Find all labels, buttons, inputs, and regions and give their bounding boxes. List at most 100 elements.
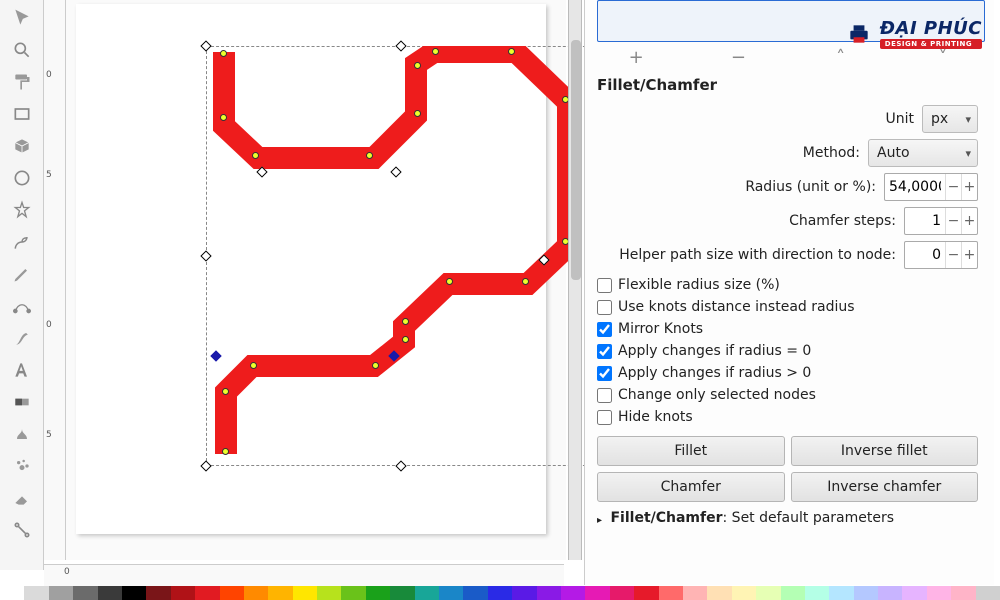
selector-tool-icon[interactable] — [7, 4, 37, 32]
knot[interactable] — [372, 362, 379, 369]
swatch[interactable] — [293, 586, 317, 600]
swatch[interactable] — [244, 586, 268, 600]
swatch[interactable] — [927, 586, 951, 600]
radius-input[interactable]: − + — [884, 173, 978, 201]
fillet-button[interactable]: Fillet — [597, 436, 785, 466]
knot[interactable] — [414, 62, 421, 69]
radius-field[interactable] — [885, 179, 945, 195]
text-tool-icon[interactable] — [7, 356, 37, 384]
swatch[interactable] — [683, 586, 707, 600]
vertical-scrollbar[interactable] — [568, 0, 582, 560]
swatch[interactable] — [220, 586, 244, 600]
swatch[interactable] — [49, 586, 73, 600]
knot[interactable] — [414, 110, 421, 117]
swatch[interactable] — [659, 586, 683, 600]
remove-effect-button[interactable]: − — [687, 47, 789, 68]
knot[interactable] — [446, 278, 453, 285]
color-palette[interactable] — [0, 586, 1000, 600]
rectangle-tool-icon[interactable] — [7, 100, 37, 128]
move-up-button[interactable]: ˄ — [790, 47, 892, 68]
unit-select[interactable]: px — [922, 105, 978, 133]
swatch[interactable] — [781, 586, 805, 600]
swatch[interactable] — [902, 586, 926, 600]
paint-roller-icon[interactable] — [7, 68, 37, 96]
swatch[interactable] — [756, 586, 780, 600]
add-effect-button[interactable]: + — [585, 47, 687, 68]
swatch[interactable] — [171, 586, 195, 600]
knot[interactable] — [222, 448, 229, 455]
knot[interactable] — [250, 362, 257, 369]
swatch[interactable] — [268, 586, 292, 600]
knot[interactable] — [220, 114, 227, 121]
swatch[interactable] — [439, 586, 463, 600]
calligraphy-tool-icon[interactable] — [7, 324, 37, 352]
knot[interactable] — [508, 48, 515, 55]
inverse-chamfer-button[interactable]: Inverse chamfer — [791, 472, 979, 502]
method-select[interactable]: Auto — [868, 139, 978, 167]
plus-stepper[interactable]: + — [961, 242, 977, 268]
swatch[interactable] — [366, 586, 390, 600]
knot[interactable] — [432, 48, 439, 55]
flexible-radius-checkbox[interactable] — [597, 278, 612, 293]
node-tool-icon[interactable] — [7, 292, 37, 320]
panel-footer[interactable]: ▸ Fillet/Chamfer: Set default parameters — [585, 504, 994, 532]
connector-tool-icon[interactable] — [7, 516, 37, 544]
swatch[interactable] — [98, 586, 122, 600]
swatch[interactable] — [610, 586, 634, 600]
swatch[interactable] — [73, 586, 97, 600]
helper-input[interactable]: − + — [904, 241, 978, 269]
eraser-tool-icon[interactable] — [7, 484, 37, 512]
tweak-tool-icon[interactable] — [7, 420, 37, 448]
swatch[interactable] — [122, 586, 146, 600]
swatch[interactable] — [585, 586, 609, 600]
plus-stepper[interactable]: + — [961, 174, 977, 200]
knot[interactable] — [220, 50, 227, 57]
mirror-knots-checkbox[interactable] — [597, 322, 612, 337]
swatch[interactable] — [951, 586, 975, 600]
minus-stepper[interactable]: − — [945, 208, 961, 234]
swatch[interactable] — [732, 586, 756, 600]
swatch[interactable] — [341, 586, 365, 600]
star-tool-icon[interactable] — [7, 196, 37, 224]
swatch[interactable] — [878, 586, 902, 600]
swatch[interactable] — [24, 586, 48, 600]
minus-stepper[interactable]: − — [945, 174, 961, 200]
gradient-tool-icon[interactable] — [7, 388, 37, 416]
radius0-checkbox[interactable] — [597, 344, 612, 359]
chamfer-steps-input[interactable]: − + — [904, 207, 978, 235]
swatch[interactable] — [146, 586, 170, 600]
ellipse-tool-icon[interactable] — [7, 164, 37, 192]
knot[interactable] — [366, 152, 373, 159]
selected-nodes-checkbox[interactable] — [597, 388, 612, 403]
knot[interactable] — [402, 336, 409, 343]
pencil-tool-icon[interactable] — [7, 260, 37, 288]
scrollbar-thumb[interactable] — [571, 40, 581, 280]
radiusgt0-checkbox[interactable] — [597, 366, 612, 381]
canvas[interactable] — [66, 0, 566, 560]
knot[interactable] — [402, 318, 409, 325]
disclosure-triangle-icon[interactable]: ▸ — [597, 515, 602, 526]
minus-stepper[interactable]: − — [945, 242, 961, 268]
swatch[interactable] — [805, 586, 829, 600]
swatch[interactable] — [195, 586, 219, 600]
chamfer-steps-field[interactable] — [905, 213, 945, 229]
3d-box-tool-icon[interactable] — [7, 132, 37, 160]
swatch[interactable] — [415, 586, 439, 600]
swatch[interactable] — [854, 586, 878, 600]
inverse-fillet-button[interactable]: Inverse fillet — [791, 436, 979, 466]
swatch[interactable] — [561, 586, 585, 600]
lpe-effect-list[interactable] — [597, 0, 985, 42]
knot[interactable] — [222, 388, 229, 395]
swatch[interactable] — [390, 586, 414, 600]
move-down-button[interactable]: ˅ — [892, 47, 994, 68]
swatch[interactable] — [829, 586, 853, 600]
swatch[interactable] — [707, 586, 731, 600]
knot[interactable] — [522, 278, 529, 285]
spray-tool-icon[interactable] — [7, 452, 37, 480]
knots-distance-checkbox[interactable] — [597, 300, 612, 315]
zoom-tool-icon[interactable] — [7, 36, 37, 64]
swatch[interactable] — [0, 586, 24, 600]
helper-field[interactable] — [905, 247, 945, 263]
swatch[interactable] — [537, 586, 561, 600]
swatch[interactable] — [512, 586, 536, 600]
